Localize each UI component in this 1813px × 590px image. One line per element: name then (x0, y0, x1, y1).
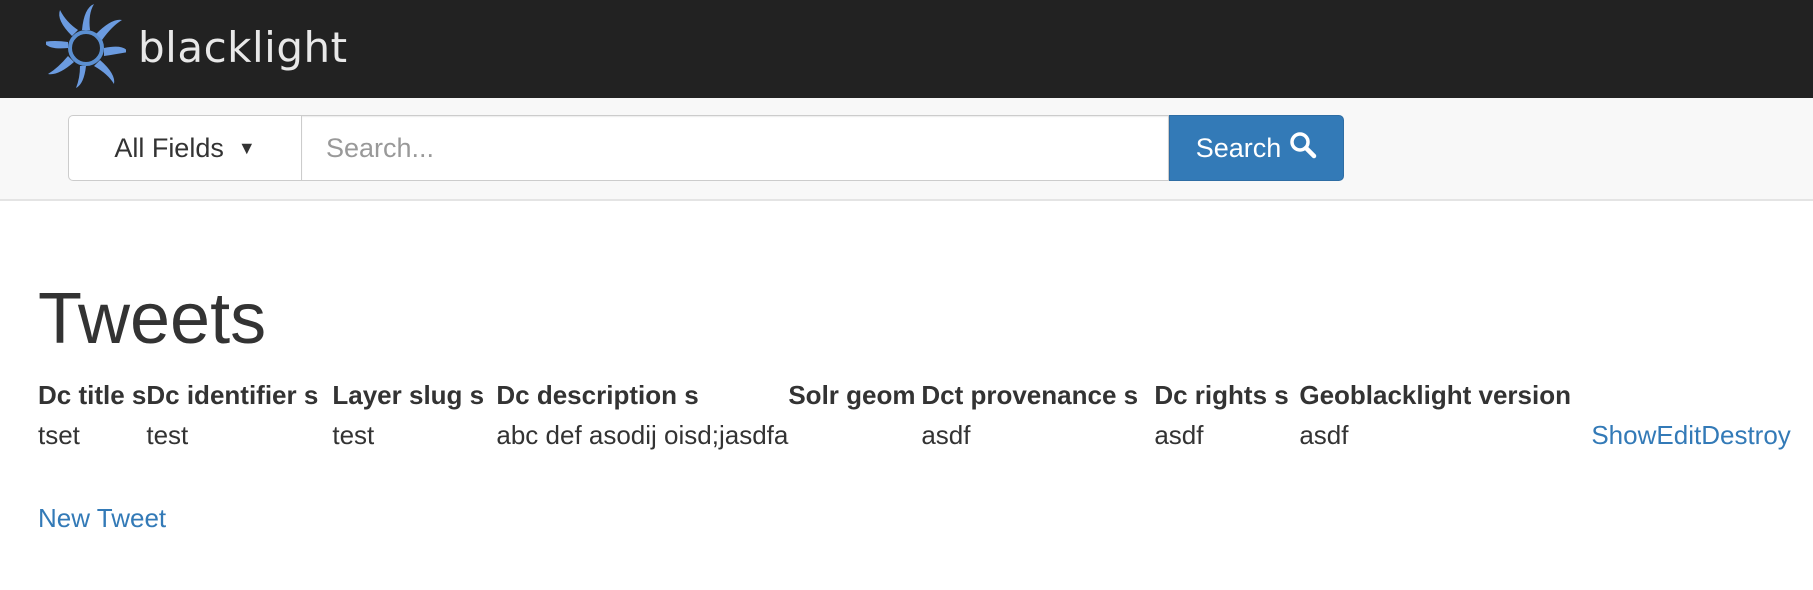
table-cell: abc def asodij oisd;jasdfa (496, 420, 789, 450)
tweets-table: Dc title s Dc identifier s Layer slug s … (38, 380, 1791, 460)
column-header: Dc description s (496, 380, 699, 410)
destroy-link[interactable]: Destroy (1701, 420, 1791, 450)
column-header: Dct provenance s (921, 380, 1139, 410)
caret-down-icon: ▼ (237, 137, 256, 158)
column-header: Layer slug s (332, 380, 485, 410)
brand-name: blacklight (138, 22, 348, 72)
row-actions: ShowEditDestroy (1591, 420, 1790, 460)
show-link[interactable]: Show (1591, 420, 1656, 450)
table-cell: asdf (1299, 420, 1349, 450)
search-form: All Fields ▼ Search (68, 115, 1344, 181)
table-header-row: Dc title s Dc identifier s Layer slug s … (38, 380, 1791, 420)
search-field-dropdown[interactable]: All Fields ▼ (68, 115, 301, 181)
column-header: Dc rights s (1154, 380, 1289, 410)
table-cell (788, 420, 921, 460)
search-field-label: All Fields (114, 132, 224, 163)
new-tweet-link[interactable]: New Tweet (38, 503, 166, 534)
top-navbar: blacklight (0, 0, 1813, 98)
brand-link[interactable]: blacklight (46, 2, 348, 90)
search-icon (1281, 131, 1317, 166)
search-button[interactable]: Search (1169, 115, 1344, 181)
table-cell: asdf (1154, 420, 1204, 450)
edit-link[interactable]: Edit (1656, 420, 1701, 450)
actions-header (1591, 380, 1790, 420)
table-cell: tset (38, 420, 80, 450)
column-header: Dc title s (38, 380, 147, 410)
table-row: tset test test abc def asodij oisd;jasdf… (38, 420, 1791, 460)
search-input[interactable] (301, 115, 1169, 181)
table-cell: asdf (921, 420, 971, 450)
column-header: Dc identifier s (146, 380, 319, 410)
column-header: Geoblacklight version (1299, 380, 1571, 410)
table-cell: test (146, 420, 189, 450)
search-bar: All Fields ▼ Search (0, 98, 1813, 201)
column-header: Solr geom (788, 380, 916, 410)
search-button-label: Search (1195, 132, 1282, 163)
sun-logo-icon (46, 2, 126, 90)
table-cell: test (332, 420, 375, 450)
page-title: Tweets (38, 279, 267, 359)
